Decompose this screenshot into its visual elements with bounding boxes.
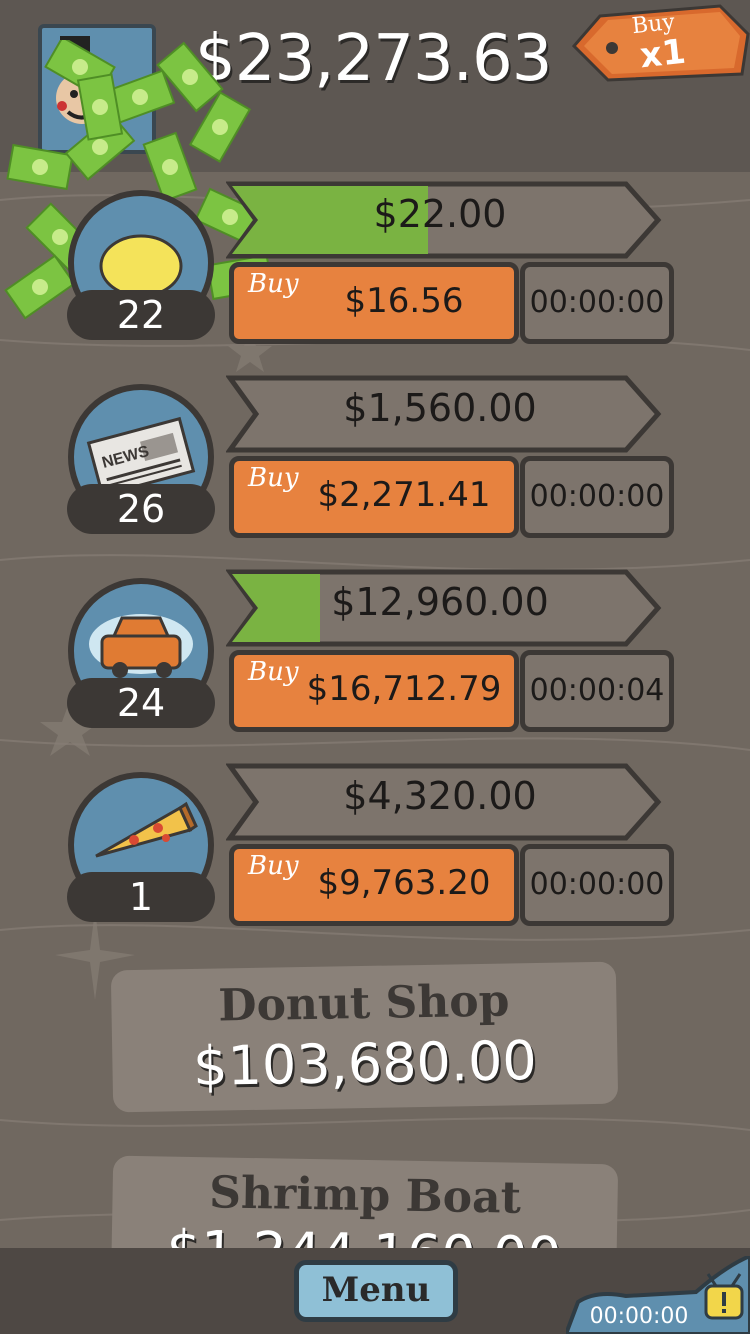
business-timer: 00:00:04 [520,650,674,732]
business-timer: 00:00:00 [520,262,674,344]
business-timer: 00:00:00 [520,844,674,926]
revenue-amount: $1,560.00 [343,386,537,430]
business-row-lemonade: 22 $22.00 Buy $16.56 00:00:00 [0,180,750,350]
revenue-amount: $12,960.00 [331,580,549,624]
business-count: 24 [67,678,215,728]
business-row-pizza: 1 $4,320.00 Buy $9,763.20 00:00:00 [0,762,750,932]
buy-button[interactable]: Buy $2,271.41 [229,456,519,538]
business-count: 22 [67,290,215,340]
buy-button[interactable]: Buy $16,712.79 [229,650,519,732]
business-row-carwash: 24 $12,960.00 Buy $16,712.79 00:00:04 [0,568,750,738]
revenue-amount: $22.00 [373,192,507,236]
business-timer: 00:00:00 [520,456,674,538]
buy-cost: $16.56 [344,281,464,321]
revenue-amount: $4,320.00 [343,774,537,818]
business-count: 1 [67,872,215,922]
buy-label: Buy [248,657,299,687]
locked-business-name: Donut Shop [217,975,510,1032]
buy-button[interactable]: Buy $9,763.20 [229,844,519,926]
buy-label: Buy [248,269,299,299]
business-row-newspaper: NEWS 26 $1,560.00 Buy $2,271.41 00:00:00 [0,374,750,544]
ad-timer: 00:00:00 [589,1304,689,1329]
menu-button[interactable]: Menu [294,1260,458,1322]
buy-cost: $9,763.20 [317,863,491,903]
locked-business-donut-shop[interactable]: Donut Shop $103,680.00 [110,961,619,1113]
buy-label: Buy [248,851,299,881]
business-count: 26 [67,484,215,534]
locked-business-cost: $103,680.00 [192,1029,538,1098]
buy-multiplier-value: x1 [638,31,688,77]
buy-cost: $2,271.41 [317,475,491,515]
buy-label: Buy [248,463,299,493]
locked-business-name: Shrimp Boat [208,1167,522,1224]
buy-button[interactable]: Buy $16.56 [229,262,519,344]
buy-cost: $16,712.79 [306,669,502,709]
